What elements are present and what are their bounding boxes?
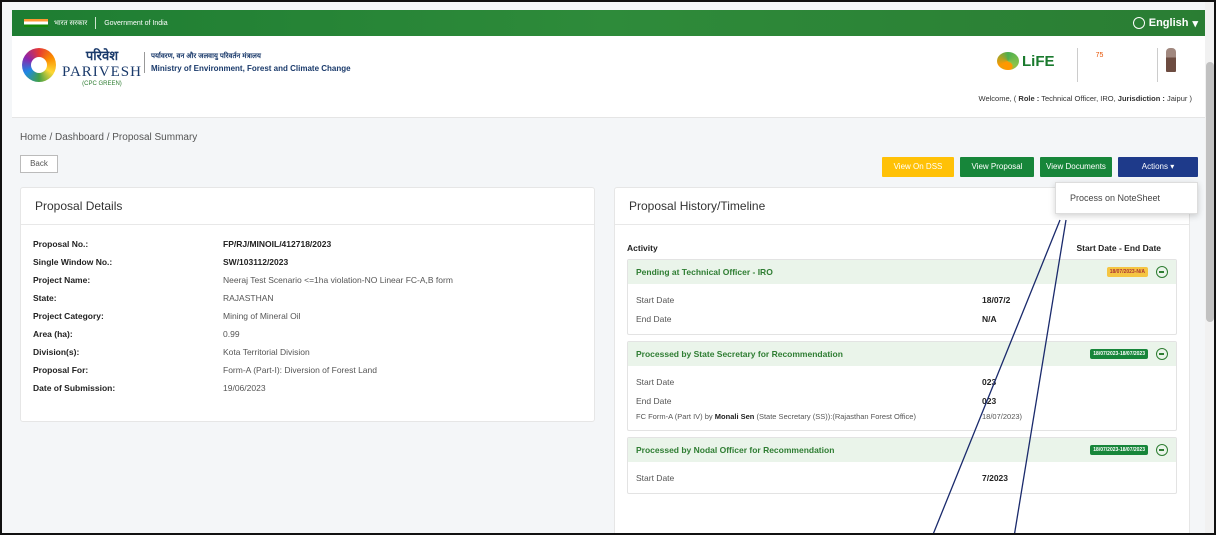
parivesh-logo-icon[interactable] — [22, 48, 56, 82]
actions-dropdown-menu: Process on NoteSheet — [1055, 182, 1198, 214]
detail-row: Single Window No.: SW/103112/2023 — [33, 257, 289, 267]
life-logo: LiFE — [997, 52, 1055, 70]
brand-hindi: परिवेश — [85, 48, 119, 63]
timeline-block-title: Processed by Nodal Officer for Recommend… — [636, 445, 835, 455]
app-frame: भारत सरकार Government of India English ▾… — [0, 0, 1216, 535]
language-label: English — [1148, 17, 1189, 29]
welcome-text: Welcome, ( Role : Technical Officer, IRO… — [978, 94, 1192, 103]
language-selector[interactable]: English ▾ — [1132, 17, 1198, 30]
india-flag-icon — [24, 19, 48, 27]
view-on-dss-button[interactable]: View On DSS — [882, 157, 954, 177]
timeline-block-body: Start Date 7/2023 — [636, 472, 1008, 483]
detail-row: Date of Submission: 19/06/2023 — [33, 383, 266, 393]
timeline-block-body: Start Date 18/07/2 End Date N/A — [636, 294, 1011, 324]
detail-row: Proposal No.: FP/RJ/MINOIL/412718/2023 — [33, 239, 332, 249]
life-icon — [997, 52, 1019, 70]
timeline-block-header[interactable]: Pending at Technical Officer - IRO 18/07… — [628, 260, 1176, 284]
timeline-block-header[interactable]: Processed by State Secretary for Recomme… — [628, 342, 1176, 366]
azadi-ka-amrit-mahotsav-logo-icon: 75 — [1077, 48, 1121, 82]
life-label: LiFE — [1022, 52, 1055, 70]
dates-label: Start Date - End Date — [1076, 243, 1161, 253]
jurisdiction-label: Jurisdiction : — [1117, 94, 1165, 103]
actions-dropdown-button[interactable]: Actions ▾ — [1118, 157, 1198, 177]
proposal-timeline-card: Proposal History/Timeline Activity Start… — [614, 187, 1190, 533]
process-on-notesheet-item[interactable]: Process on NoteSheet — [1070, 193, 1160, 203]
collapse-icon[interactable] — [1156, 266, 1168, 278]
timeline-block: Pending at Technical Officer - IRO 18/07… — [627, 259, 1177, 335]
proposal-details-card: Proposal Details Proposal No.: FP/RJ/MINO… — [20, 187, 595, 422]
detail-row: Project Name: Neeraj Test Scenario <=1ha … — [33, 275, 453, 285]
timeline-block-header[interactable]: Processed by Nodal Officer for Recommend… — [628, 438, 1176, 462]
activity-label: Activity — [627, 243, 658, 253]
detail-row: Area (ha): 0.99 — [33, 329, 240, 339]
timeline-note-date: 18/07/2023) — [982, 412, 1023, 421]
gov-label: Government of India — [104, 19, 168, 27]
ministry-hindi: पर्यावरण, वन और जलवायु परिवर्तन मंत्रालय — [151, 53, 261, 60]
timeline-block-body: Start Date 023 End Date 023 FC Form-A (Par… — [628, 366, 1176, 430]
timeline-block-title: Pending at Technical Officer - IRO — [636, 267, 773, 277]
brand-sub: (CPC GREEN) — [82, 81, 122, 87]
collapse-icon[interactable] — [1156, 444, 1168, 456]
proposal-details-list: Proposal No.: FP/RJ/MINOIL/412718/2023 Si… — [21, 225, 594, 407]
view-proposal-button[interactable]: View Proposal — [960, 157, 1034, 177]
site-header: परिवेश PARIVESH (CPC GREEN) पर्यावरण, वन… — [12, 36, 1210, 118]
timeline-block-title: Processed by State Secretary for Recomme… — [636, 349, 843, 359]
detail-row: Division(s): Kota Territorial Division — [33, 347, 310, 357]
timeline-header: Activity Start Date - End Date — [615, 225, 1189, 253]
divider — [95, 17, 97, 29]
timeline-block: Processed by Nodal Officer for Recommend… — [627, 437, 1177, 494]
role-value: Technical Officer, IRO, — [1041, 94, 1116, 103]
ministry-name: Ministry of Environment, Forest and Clim… — [151, 64, 351, 73]
date-range-badge: 18/07/2023-18/07/2023 — [1090, 349, 1148, 359]
government-bar: भारत सरकार Government of India English ▾ — [12, 10, 1210, 36]
detail-row: Proposal For: Form-A (Part-I): Diversion … — [33, 365, 377, 375]
back-button[interactable]: Back — [20, 155, 58, 173]
jurisdiction-value: Jaipur — [1166, 94, 1188, 103]
globe-icon — [1132, 17, 1145, 29]
chevron-down-icon: ▾ — [1192, 17, 1198, 30]
ministry-title: पर्यावरण, वन और जलवायु परिवर्तन मंत्रालय… — [144, 52, 351, 73]
role-label: Role : — [1018, 94, 1040, 103]
gov-hindi-label: भारत सरकार — [54, 19, 88, 27]
scrollbar-thumb[interactable] — [1206, 62, 1214, 322]
view-documents-button[interactable]: View Documents — [1040, 157, 1112, 177]
date-range-badge: 18/07/2023-18/07/2023 — [1090, 445, 1148, 455]
breadcrumb[interactable]: Home / Dashboard / Proposal Summary — [20, 132, 197, 143]
brand[interactable]: परिवेश PARIVESH (CPC GREEN) — [62, 46, 142, 87]
detail-row: Project Category: Mining of Mineral Oil — [33, 311, 301, 321]
brand-name: PARIVESH — [62, 64, 142, 80]
collapse-icon[interactable] — [1156, 348, 1168, 360]
timeline-note: FC Form-A (Part IV) by Monali Sen (State… — [636, 412, 916, 421]
timeline-block: Processed by State Secretary for Recomme… — [627, 341, 1177, 431]
date-range-badge: 18/07/2023-N/A — [1106, 267, 1148, 277]
detail-row: State: RAJASTHAN — [33, 293, 274, 303]
national-emblem-icon — [1157, 48, 1181, 82]
proposal-details-title: Proposal Details — [21, 188, 594, 225]
